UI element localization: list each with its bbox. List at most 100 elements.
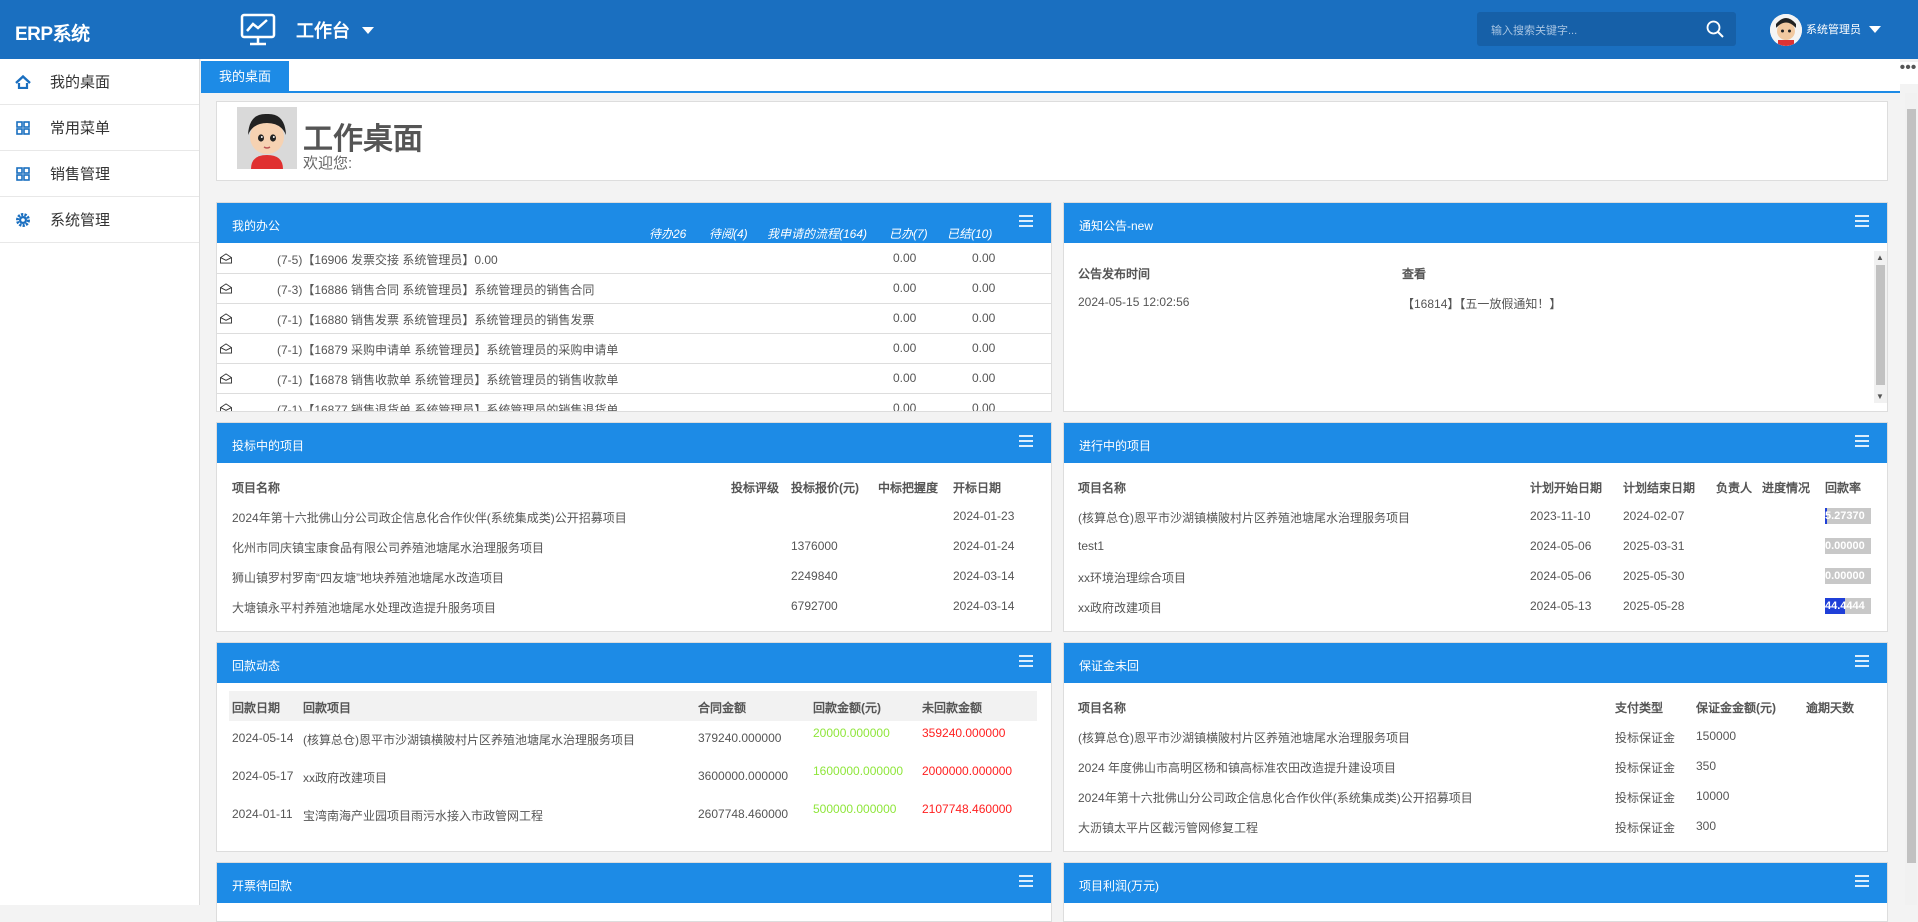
ongoing-project-name[interactable]: (核算总仓)恩平市沙湖镇横陂村片区养殖池塘尾水治理服务项目 (1078, 509, 1410, 526)
search-input[interactable]: 输入搜索关键字... (1477, 12, 1736, 46)
col-open-date: 开标日期 (953, 481, 1002, 495)
pay-project[interactable]: (核算总仓)恩平市沙湖镇横陂村片区养殖池塘尾水治理服务项目 (303, 731, 635, 748)
table-row[interactable]: 2024-01-11 宝湾南海产业园项目雨污水接入市政管网工程 2607748.46… (217, 802, 1051, 827)
scrollbar-thumb[interactable] (1907, 109, 1916, 863)
tab-done[interactable]: 已办(7) (889, 225, 928, 242)
deposit-project-name[interactable]: 2024 年度佛山市高明区杨和镇高标准农田改造提升建设项目 (1078, 759, 1396, 776)
pay-project[interactable]: xx政府改建项目 (303, 769, 387, 786)
panel-menu-icon[interactable] (1019, 875, 1033, 887)
return-rate-bar: 0.00000 (1825, 538, 1871, 554)
plan-end-date: 2025-05-30 (1623, 569, 1685, 583)
tab-todo[interactable]: 待办26 (649, 225, 686, 242)
panel-menu-icon[interactable] (1855, 215, 1869, 227)
bid-project-name[interactable]: 2024年第十六批佛山分公司政企信息化合作伙伴(系统集成类)公开招募项目 (232, 509, 627, 526)
top-bar: ERP系统 工作台 输入搜索关键字... 系统管理员 (0, 0, 1918, 59)
search-icon[interactable] (1706, 20, 1724, 38)
sidebar-item-label: 销售管理 (50, 166, 111, 183)
office-item-title[interactable]: (7-1)【16878 销售收款单 系统管理员】系统管理员的销售收款单 (277, 371, 618, 388)
office-item-value-a: 0.00 (893, 311, 917, 325)
panel-header: 保证金未回 (1064, 643, 1887, 683)
deposit-amount: 150000 (1696, 729, 1737, 743)
welcome-banner: 工作桌面 欢迎您: (216, 101, 1888, 181)
col-project-name: 项目名称 (1078, 701, 1127, 715)
user-avatar[interactable] (1770, 14, 1802, 46)
tab-my-desktop[interactable]: 我的桌面 (201, 61, 290, 93)
pay-project[interactable]: 宝湾南海产业园项目雨污水接入市政管网工程 (303, 807, 543, 824)
table-row[interactable]: xx政府改建项目 2024-05-13 2025-05-28 44.4444 (1064, 598, 1887, 617)
sidebar-item-system[interactable]: 系统管理 (0, 197, 199, 243)
deposit-pay-type: 投标保证金 (1615, 821, 1676, 835)
monitor-chart-icon[interactable] (240, 13, 276, 46)
table-row[interactable]: (核算总仓)恩平市沙湖镇横陂村片区养殖池塘尾水治理服务项目 2023-11-10 2… (1064, 508, 1887, 527)
panel-menu-icon[interactable] (1019, 435, 1033, 447)
bid-project-name[interactable]: 狮山镇罗村罗南“四友塘”地块养殖池塘尾水改造项目 (232, 569, 504, 586)
envelope-open-icon (220, 403, 232, 411)
ongoing-project-name[interactable]: xx政府改建项目 (1078, 599, 1162, 616)
office-item-title[interactable]: (7-3)【16886 销售合同 系统管理员】系统管理员的销售合同 (277, 281, 594, 298)
tab-closed[interactable]: 已结(10) (947, 225, 992, 242)
table-row[interactable]: 2024-05-17 xx政府改建项目 3600000.000000 1600000.… (217, 764, 1051, 789)
panel-menu-icon[interactable] (1855, 875, 1869, 887)
table-row[interactable]: 2024-05-14 (核算总仓)恩平市沙湖镇横陂村片区养殖池塘尾水治理服务项目 3… (217, 726, 1051, 751)
tab-my-requests[interactable]: 我申请的流程(164) (767, 225, 867, 242)
paid-amount: 20000.000000 (813, 726, 890, 740)
table-row[interactable]: xx环境治理综合项目 2024-05-06 2025-05-30 0.00000 (1064, 568, 1887, 587)
table-row[interactable]: (7-1)【16877 销售退货单 系统管理员】系统管理员的销售退货单 0.00 0… (217, 401, 1051, 411)
panel-header: 通知公告-new (1064, 203, 1887, 243)
sidebar-item-desktop[interactable]: 我的桌面 (0, 59, 199, 105)
office-item-value-b: 0.00 (972, 251, 996, 265)
panel-menu-icon[interactable] (1855, 435, 1869, 447)
office-item-title[interactable]: (7-1)【16879 采购申请单 系统管理员】系统管理员的采购申请单 (277, 341, 618, 358)
deposit-project-name[interactable]: 大沥镇太平片区截污管网修复工程 (1078, 819, 1258, 836)
col-owner: 负责人 (1716, 481, 1753, 495)
bid-project-name[interactable]: 大塘镇永平村养殖池塘尾水处理改造提升服务项目 (232, 599, 496, 616)
table-row[interactable]: (7-3)【16886 销售合同 系统管理员】系统管理员的销售合同 0.00 0.0… (217, 281, 1051, 303)
col-project-name: 项目名称 (1078, 481, 1127, 495)
contract-amount: 3600000.000000 (698, 769, 789, 783)
scroll-up-icon[interactable]: ▲ (1876, 253, 1884, 262)
gear-icon (14, 211, 32, 229)
main-scrollbar[interactable] (1905, 93, 1917, 905)
office-item-title[interactable]: (7-1)【16880 销售发票 系统管理员】系统管理员的销售发票 (277, 311, 594, 328)
workspace-dropdown[interactable]: 工作台 (296, 17, 374, 43)
user-name[interactable]: 系统管理员 (1806, 21, 1861, 37)
bid-project-name[interactable]: 化州市同庆镇宝康食品有限公司养殖池塘尾水治理服务项目 (232, 539, 544, 556)
sidebar-item-sales[interactable]: 销售管理 (0, 151, 199, 197)
user-menu-chevron-icon[interactable] (1869, 26, 1881, 33)
sidebar-item-label: 系统管理 (50, 212, 111, 229)
panel-menu-icon[interactable] (1019, 215, 1033, 227)
plan-end-date: 2024-02-07 (1623, 509, 1685, 523)
notice-scrollbar[interactable]: ▲ ▼ (1874, 251, 1887, 403)
table-row[interactable]: (7-1)【16878 销售收款单 系统管理员】系统管理员的销售收款单 0.00 0… (217, 371, 1051, 393)
scrollbar-thumb[interactable] (1876, 265, 1885, 385)
deposit-project-name[interactable]: 2024年第十六批佛山分公司政企信息化合作伙伴(系统集成类)公开招募项目 (1078, 789, 1473, 806)
office-item-title[interactable]: (7-1)【16877 销售退货单 系统管理员】系统管理员的销售退货单 (277, 401, 618, 411)
panel-title: 通知公告-new (1079, 219, 1154, 233)
avatar-face-icon (1770, 14, 1802, 46)
panel-menu-icon[interactable] (1019, 655, 1033, 667)
col-project-name: 项目名称 (232, 481, 281, 495)
ongoing-project-name[interactable]: xx环境治理综合项目 (1078, 569, 1186, 586)
scroll-down-icon[interactable]: ▼ (1876, 392, 1884, 401)
ongoing-project-name[interactable]: test1 (1078, 539, 1104, 553)
table-row[interactable]: (7-1)【16879 采购申请单 系统管理员】系统管理员的采购申请单 0.00 0… (217, 341, 1051, 363)
return-rate-bar: 44.4444 (1825, 598, 1871, 614)
plan-start-date: 2024-05-06 (1530, 569, 1592, 583)
more-options-icon[interactable]: ••• (1898, 60, 1918, 84)
office-item-title[interactable]: (7-5)【16906 发票交接 系统管理员】0.00 (277, 251, 498, 268)
deposit-project-name[interactable]: (核算总仓)恩平市沙湖镇横陂村片区养殖池塘尾水治理服务项目 (1078, 729, 1410, 746)
return-rate-label: 0.00000 (1825, 570, 1865, 582)
row-divider (217, 393, 1051, 394)
plan-end-date: 2025-03-31 (1623, 539, 1685, 553)
sidebar-item-common-menu[interactable]: 常用菜单 (0, 105, 199, 151)
search-placeholder: 输入搜索关键字... (1491, 25, 1578, 37)
grid-icon (14, 165, 32, 183)
office-item-value-a: 0.00 (893, 251, 917, 265)
table-row[interactable]: test1 2024-05-06 2025-03-31 0.00000 (1064, 538, 1887, 557)
notice-link[interactable]: 【16814】【五一放假通知！】 (1402, 295, 1561, 312)
panel-menu-icon[interactable] (1855, 655, 1869, 667)
tab-to-read[interactable]: 待阅(4) (709, 225, 748, 242)
bid-open-date: 2024-01-24 (953, 539, 1015, 553)
table-row[interactable]: (7-5)【16906 发票交接 系统管理员】0.00 0.00 0.00 (217, 251, 1051, 273)
table-row[interactable]: (7-1)【16880 销售发票 系统管理员】系统管理员的销售发票 0.00 0.0… (217, 311, 1051, 333)
